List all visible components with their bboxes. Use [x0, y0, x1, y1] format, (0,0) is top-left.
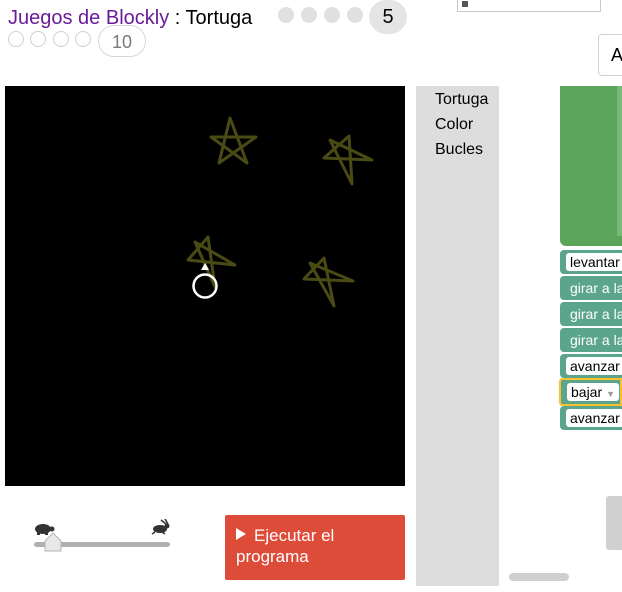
speed-slider-thumb[interactable] [44, 532, 62, 552]
star-drawing-4 [302, 256, 355, 308]
level-dot-3[interactable] [324, 7, 340, 23]
level-dot-6[interactable] [8, 31, 24, 47]
top-right-button[interactable]: A [598, 34, 622, 76]
play-icon [236, 528, 246, 540]
block-levantar[interactable]: levantar [560, 250, 622, 274]
drawing-svg [186, 116, 374, 308]
block-girar-2[interactable]: girar a la [560, 302, 622, 326]
blockly-games-link[interactable]: Juegos de Blockly [8, 7, 169, 29]
block-label[interactable]: avanzar [566, 409, 622, 427]
star-drawing-2 [322, 134, 374, 186]
block-avanzar-2[interactable]: avanzar [560, 406, 622, 430]
block-dropdown[interactable]: bajar ▼ [567, 383, 620, 401]
block-girar-1[interactable]: girar a la [560, 276, 622, 300]
level-dot-9[interactable] [75, 31, 91, 47]
block-label[interactable]: levantar [566, 253, 622, 271]
title-separator: : [174, 7, 181, 29]
rabbit-icon [150, 518, 172, 535]
repeat-block[interactable] [560, 86, 622, 246]
run-label-line1: Ejecutar el [254, 526, 335, 545]
level-dot-4[interactable] [347, 7, 363, 23]
block-label[interactable]: avanzar [566, 357, 622, 375]
toolbox-category-tortuga[interactable]: Tortuga [435, 91, 488, 109]
page-name: Tortuga [185, 7, 253, 29]
block-avanzar-1[interactable]: avanzar [560, 354, 622, 378]
toolbox-category-bucles[interactable]: Bucles [435, 141, 483, 159]
dropdown-caret-icon: ▼ [606, 389, 616, 399]
level-dot-8[interactable] [53, 31, 69, 47]
repeat-block-body [617, 86, 622, 236]
block-label: girar a la [570, 306, 622, 322]
block-label: girar a la [570, 332, 622, 348]
level-dot-2[interactable] [301, 7, 317, 23]
trash-icon[interactable] [606, 496, 622, 550]
block-bajar-selected[interactable]: bajar ▼ [559, 378, 622, 406]
star-drawing-1 [209, 116, 258, 165]
level-current[interactable]: 5 [369, 0, 407, 34]
block-girar-3[interactable]: girar a la [560, 328, 622, 352]
language-select[interactable] [457, 0, 601, 12]
level-dot-7[interactable] [30, 31, 46, 47]
select-caret-icon [462, 1, 468, 7]
toolbox: Tortuga Color Bucles [416, 86, 499, 586]
block-label: bajar [571, 384, 603, 400]
run-program-button[interactable]: Ejecutar el programa [225, 515, 405, 580]
block-label: girar a la [570, 280, 622, 296]
turtle-canvas [5, 86, 405, 486]
level-dot-1[interactable] [278, 7, 294, 23]
toolbox-category-color[interactable]: Color [435, 116, 473, 134]
workspace-scrollbar[interactable] [509, 573, 569, 581]
level-max[interactable]: 10 [98, 25, 146, 57]
run-label-line2: programa [236, 547, 309, 566]
